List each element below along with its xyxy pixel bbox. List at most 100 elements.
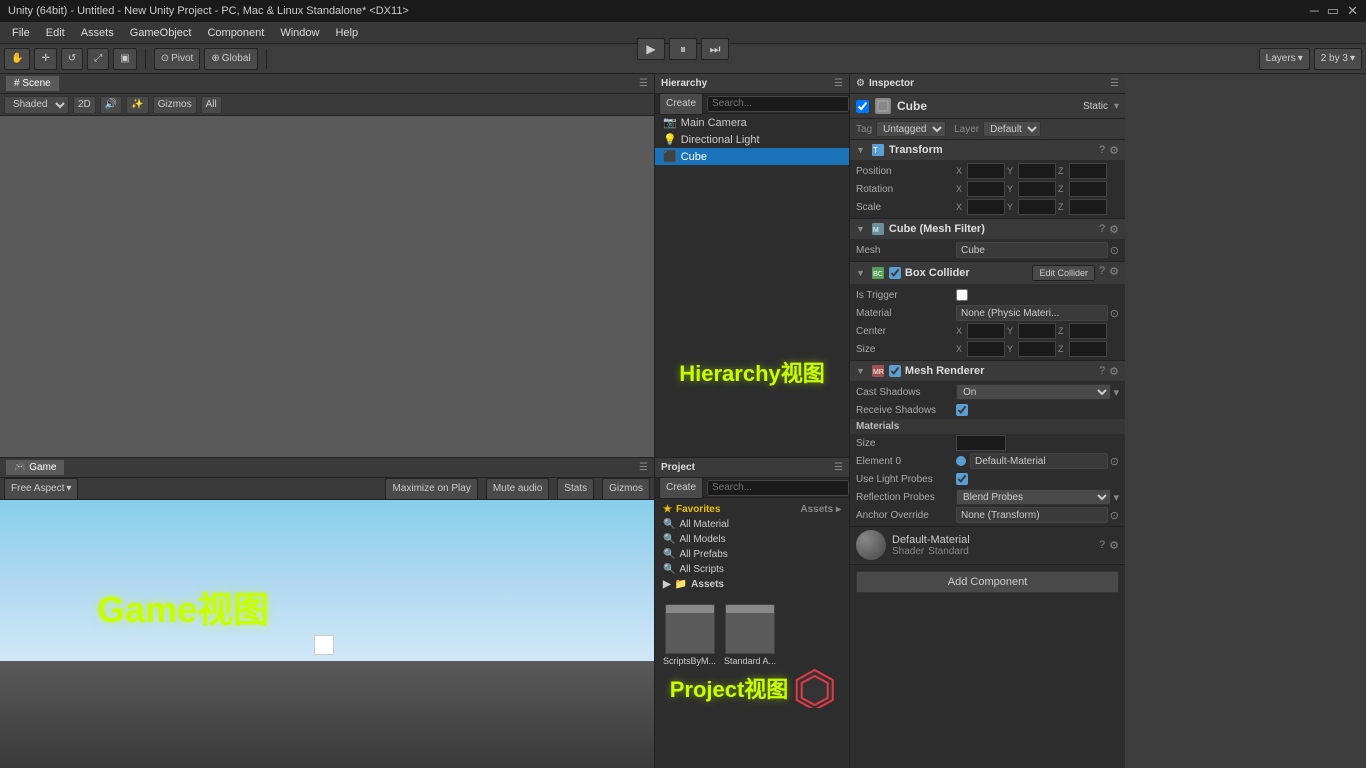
mesh-select-icon[interactable]: ⊙ <box>1110 244 1119 257</box>
cast-shadows-dropdown[interactable]: On <box>956 384 1111 400</box>
anchor-select-icon[interactable]: ⊙ <box>1110 509 1119 522</box>
menu-gameobject[interactable]: GameObject <box>122 25 200 41</box>
hand-tool-button[interactable]: ✋ <box>4 48 30 70</box>
fx-button[interactable]: ✨ <box>126 96 148 114</box>
chevron-down-icon[interactable]: ▾ <box>1114 101 1119 112</box>
global-button[interactable]: ⊕ Global <box>204 48 257 70</box>
help-icon[interactable]: ? <box>1099 144 1105 157</box>
box-collider-header[interactable]: ▼ BC Box Collider Edit Collider ? ⚙ <box>850 262 1125 284</box>
settings-icon[interactable]: ⚙ <box>1109 223 1119 236</box>
help-icon[interactable]: ? <box>1099 265 1105 281</box>
fav-all-scripts[interactable]: 🔍 All Scripts <box>659 562 845 577</box>
use-light-probes-checkbox[interactable] <box>956 473 968 485</box>
move-tool-button[interactable]: ✛ <box>34 48 56 70</box>
menu-file[interactable]: File <box>4 25 38 41</box>
scene-tab[interactable]: # Scene <box>6 76 59 91</box>
settings-icon[interactable]: ⚙ <box>1109 144 1119 157</box>
project-folder-2[interactable]: Standard A... <box>724 604 776 666</box>
help-icon[interactable]: ? <box>1099 539 1105 552</box>
maximize-on-play-button[interactable]: Maximize on Play <box>385 478 477 500</box>
box-collider-enabled-checkbox[interactable] <box>889 267 901 279</box>
edit-collider-button[interactable]: Edit Collider <box>1032 265 1095 281</box>
element-select-icon[interactable]: ⊙ <box>1110 455 1119 468</box>
pivot-button[interactable]: ⊙ Pivot <box>154 48 201 70</box>
hierarchy-create-button[interactable]: Create <box>659 93 703 115</box>
fav-all-models[interactable]: 🔍 All Models <box>659 532 845 547</box>
size-z-input[interactable]: 1 <box>1069 341 1107 357</box>
object-active-checkbox[interactable] <box>856 100 869 113</box>
menu-component[interactable]: Component <box>199 25 272 41</box>
reflection-probes-dropdown[interactable]: Blend Probes <box>956 489 1111 505</box>
fav-all-prefabs[interactable]: 🔍 All Prefabs <box>659 547 845 562</box>
settings-icon[interactable]: ⚙ <box>1109 365 1119 378</box>
object-name[interactable]: Cube <box>897 99 1077 113</box>
center-z-input[interactable]: 0 <box>1069 323 1107 339</box>
pause-button[interactable]: ⏸ <box>669 38 697 60</box>
scale-x-input[interactable]: 1 <box>967 199 1005 215</box>
layout-dropdown[interactable]: 2 by 3 ▾ <box>1314 48 1362 70</box>
scale-y-input[interactable]: 1 <box>1018 199 1056 215</box>
hierarchy-search-input[interactable] <box>707 96 849 112</box>
aspect-dropdown[interactable]: Free Aspect ▾ <box>4 478 78 500</box>
scene-view[interactable]: # Scene ☰ Shaded 2D 🔊 ✨ Gizmos All <box>0 74 655 458</box>
stats-button[interactable]: Stats <box>557 478 594 500</box>
rotation-y-input[interactable]: 0 <box>1018 181 1056 197</box>
maximize-button[interactable]: ▭ <box>1327 3 1339 19</box>
assets-folder-root[interactable]: ▶ 📁 Assets <box>659 577 845 592</box>
size-x-input[interactable]: 1 <box>967 341 1005 357</box>
position-y-input[interactable]: 0 <box>1018 163 1056 179</box>
mesh-renderer-enabled-checkbox[interactable] <box>889 365 901 377</box>
step-button[interactable]: ⏭ <box>701 38 729 60</box>
menu-assets[interactable]: Assets <box>73 25 122 41</box>
mesh-filter-header[interactable]: ▼ M Cube (Mesh Filter) ? ⚙ <box>850 219 1125 239</box>
transform-header[interactable]: ▼ T Transform ? ⚙ <box>850 140 1125 160</box>
inspector-menu-icon[interactable]: ☰ <box>1110 78 1119 89</box>
play-button[interactable]: ▶ <box>637 38 665 60</box>
scene-menu-icon[interactable]: ☰ <box>639 78 648 89</box>
project-folder-1[interactable]: ScriptsByM... <box>663 604 716 666</box>
gizmos-button[interactable]: Gizmos <box>153 96 197 114</box>
receive-shadows-checkbox[interactable] <box>956 404 968 416</box>
rect-tool-button[interactable]: ▣ <box>113 48 136 70</box>
shading-dropdown[interactable]: Shaded <box>4 96 69 114</box>
materials-size-input[interactable]: 1 <box>956 435 1006 451</box>
scale-tool-button[interactable]: ⤢ <box>87 48 109 70</box>
add-component-button[interactable]: Add Component <box>856 571 1119 593</box>
position-z-input[interactable]: 0 <box>1069 163 1107 179</box>
rotate-tool-button[interactable]: ↺ <box>61 48 83 70</box>
hierarchy-item-directional-light[interactable]: 💡 Directional Light <box>655 131 849 148</box>
game-tab[interactable]: 🎮 Game <box>6 460 64 475</box>
game-menu-icon[interactable]: ☰ <box>639 462 648 473</box>
project-search-input[interactable] <box>707 480 849 496</box>
fav-all-material[interactable]: 🔍 All Material <box>659 517 845 532</box>
settings-icon[interactable]: ⚙ <box>1109 265 1119 281</box>
rotation-z-input[interactable]: 0 <box>1069 181 1107 197</box>
mute-audio-button[interactable]: Mute audio <box>486 478 549 500</box>
menu-window[interactable]: Window <box>272 25 327 41</box>
game-view[interactable]: 🎮 Game ☰ Free Aspect ▾ Maximize on Play … <box>0 458 655 768</box>
sound-icon-button[interactable]: 🔊 <box>100 96 122 114</box>
close-button[interactable]: ✕ <box>1347 3 1358 19</box>
size-y-input[interactable]: 1 <box>1018 341 1056 357</box>
menu-help[interactable]: Help <box>327 25 366 41</box>
position-x-input[interactable]: 0 <box>967 163 1005 179</box>
window-controls[interactable]: ─ ▭ ✕ <box>1310 3 1358 19</box>
scale-z-input[interactable]: 1 <box>1069 199 1107 215</box>
game-gizmos-button[interactable]: Gizmos <box>602 478 650 500</box>
material-select-icon[interactable]: ⊙ <box>1110 307 1119 320</box>
settings-icon[interactable]: ⚙ <box>1109 539 1119 552</box>
center-y-input[interactable]: 0 <box>1018 323 1056 339</box>
mesh-renderer-header[interactable]: ▼ MR Mesh Renderer ? ⚙ <box>850 361 1125 381</box>
help-icon[interactable]: ? <box>1099 223 1105 236</box>
layers-dropdown[interactable]: Layers ▾ <box>1259 48 1310 70</box>
project-menu-icon[interactable]: ☰ <box>834 462 843 473</box>
rotation-x-input[interactable]: 0 <box>967 181 1005 197</box>
project-create-button[interactable]: Create <box>659 477 703 499</box>
is-trigger-checkbox[interactable] <box>956 289 968 301</box>
minimize-button[interactable]: ─ <box>1310 3 1319 19</box>
menu-edit[interactable]: Edit <box>38 25 73 41</box>
hierarchy-menu-icon[interactable]: ☰ <box>834 78 843 89</box>
center-x-input[interactable]: 0 <box>967 323 1005 339</box>
scene-search-button[interactable]: All <box>201 96 222 114</box>
hierarchy-item-cube[interactable]: ⬛ Cube <box>655 148 849 165</box>
